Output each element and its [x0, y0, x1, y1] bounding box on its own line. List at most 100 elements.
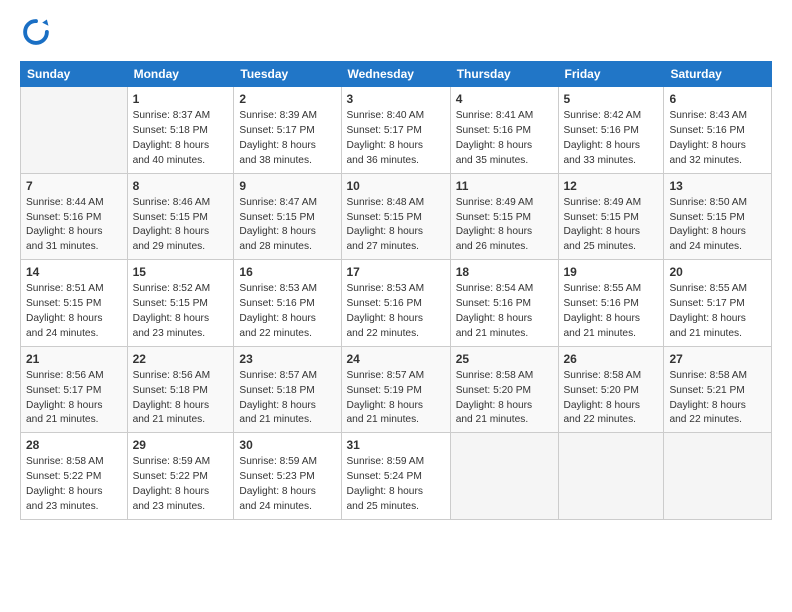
- day-info: Daylight: 8 hours: [347, 399, 445, 414]
- day-info: Sunrise: 8:58 AM: [456, 369, 553, 384]
- day-info: Sunset: 5:23 PM: [239, 470, 335, 485]
- day-info: Sunset: 5:15 PM: [133, 297, 229, 312]
- day-info: and 22 minutes.: [564, 413, 659, 428]
- day-cell: 11Sunrise: 8:49 AMSunset: 5:15 PMDayligh…: [450, 173, 558, 260]
- day-info: and 21 minutes.: [239, 413, 335, 428]
- day-info: Sunrise: 8:56 AM: [26, 369, 122, 384]
- day-info: and 26 minutes.: [456, 240, 553, 255]
- day-info: Daylight: 8 hours: [347, 485, 445, 500]
- day-number: 11: [456, 178, 553, 195]
- day-info: Sunset: 5:17 PM: [347, 124, 445, 139]
- col-header-thursday: Thursday: [450, 62, 558, 87]
- col-header-wednesday: Wednesday: [341, 62, 450, 87]
- day-number: 5: [564, 91, 659, 108]
- day-number: 6: [669, 91, 766, 108]
- day-number: 22: [133, 351, 229, 368]
- day-number: 19: [564, 264, 659, 281]
- week-row-2: 7Sunrise: 8:44 AMSunset: 5:16 PMDaylight…: [21, 173, 772, 260]
- day-info: Daylight: 8 hours: [26, 312, 122, 327]
- day-info: Sunrise: 8:55 AM: [564, 282, 659, 297]
- day-info: Daylight: 8 hours: [564, 225, 659, 240]
- day-cell: 27Sunrise: 8:58 AMSunset: 5:21 PMDayligh…: [664, 346, 772, 433]
- day-info: Daylight: 8 hours: [133, 139, 229, 154]
- day-info: Sunrise: 8:56 AM: [133, 369, 229, 384]
- day-number: 31: [347, 437, 445, 454]
- day-cell: 23Sunrise: 8:57 AMSunset: 5:18 PMDayligh…: [234, 346, 341, 433]
- day-info: and 22 minutes.: [669, 413, 766, 428]
- calendar-table: SundayMondayTuesdayWednesdayThursdayFrid…: [20, 61, 772, 520]
- day-cell: 8Sunrise: 8:46 AMSunset: 5:15 PMDaylight…: [127, 173, 234, 260]
- day-info: Sunrise: 8:58 AM: [669, 369, 766, 384]
- day-cell: 7Sunrise: 8:44 AMSunset: 5:16 PMDaylight…: [21, 173, 128, 260]
- day-info: Daylight: 8 hours: [456, 312, 553, 327]
- day-number: 16: [239, 264, 335, 281]
- page: SundayMondayTuesdayWednesdayThursdayFrid…: [0, 0, 792, 612]
- day-info: Daylight: 8 hours: [26, 485, 122, 500]
- day-info: Daylight: 8 hours: [133, 399, 229, 414]
- day-cell: [21, 87, 128, 174]
- day-info: Daylight: 8 hours: [669, 225, 766, 240]
- day-number: 2: [239, 91, 335, 108]
- day-cell: 6Sunrise: 8:43 AMSunset: 5:16 PMDaylight…: [664, 87, 772, 174]
- day-info: Sunrise: 8:59 AM: [239, 455, 335, 470]
- day-info: and 40 minutes.: [133, 154, 229, 169]
- week-row-1: 1Sunrise: 8:37 AMSunset: 5:18 PMDaylight…: [21, 87, 772, 174]
- day-info: and 38 minutes.: [239, 154, 335, 169]
- day-number: 30: [239, 437, 335, 454]
- day-number: 15: [133, 264, 229, 281]
- day-number: 18: [456, 264, 553, 281]
- day-number: 3: [347, 91, 445, 108]
- week-row-5: 28Sunrise: 8:58 AMSunset: 5:22 PMDayligh…: [21, 433, 772, 520]
- day-number: 28: [26, 437, 122, 454]
- day-info: Sunset: 5:16 PM: [564, 124, 659, 139]
- day-cell: 26Sunrise: 8:58 AMSunset: 5:20 PMDayligh…: [558, 346, 664, 433]
- day-info: Daylight: 8 hours: [239, 485, 335, 500]
- day-info: Daylight: 8 hours: [564, 139, 659, 154]
- col-header-saturday: Saturday: [664, 62, 772, 87]
- day-info: Sunrise: 8:53 AM: [347, 282, 445, 297]
- day-info: Daylight: 8 hours: [564, 399, 659, 414]
- day-info: and 21 minutes.: [564, 327, 659, 342]
- day-info: Sunrise: 8:59 AM: [133, 455, 229, 470]
- day-info: Sunset: 5:20 PM: [456, 384, 553, 399]
- day-number: 27: [669, 351, 766, 368]
- day-number: 29: [133, 437, 229, 454]
- day-info: and 21 minutes.: [456, 413, 553, 428]
- day-info: Daylight: 8 hours: [26, 225, 122, 240]
- day-info: Sunset: 5:16 PM: [456, 124, 553, 139]
- day-info: and 23 minutes.: [133, 500, 229, 515]
- day-info: Sunrise: 8:58 AM: [26, 455, 122, 470]
- day-info: Sunrise: 8:50 AM: [669, 196, 766, 211]
- day-info: Daylight: 8 hours: [669, 312, 766, 327]
- day-cell: 16Sunrise: 8:53 AMSunset: 5:16 PMDayligh…: [234, 260, 341, 347]
- day-info: Sunset: 5:15 PM: [347, 211, 445, 226]
- day-info: Sunrise: 8:57 AM: [239, 369, 335, 384]
- day-cell: 2Sunrise: 8:39 AMSunset: 5:17 PMDaylight…: [234, 87, 341, 174]
- day-info: Daylight: 8 hours: [239, 399, 335, 414]
- day-info: Sunset: 5:22 PM: [133, 470, 229, 485]
- day-cell: 14Sunrise: 8:51 AMSunset: 5:15 PMDayligh…: [21, 260, 128, 347]
- day-info: Sunrise: 8:44 AM: [26, 196, 122, 211]
- day-cell: 25Sunrise: 8:58 AMSunset: 5:20 PMDayligh…: [450, 346, 558, 433]
- day-info: Sunrise: 8:59 AM: [347, 455, 445, 470]
- day-info: Sunset: 5:15 PM: [133, 211, 229, 226]
- logo-icon: [22, 18, 50, 46]
- day-number: 17: [347, 264, 445, 281]
- day-number: 10: [347, 178, 445, 195]
- day-info: Daylight: 8 hours: [133, 485, 229, 500]
- day-info: Daylight: 8 hours: [669, 399, 766, 414]
- col-header-tuesday: Tuesday: [234, 62, 341, 87]
- day-info: Sunrise: 8:46 AM: [133, 196, 229, 211]
- day-info: and 36 minutes.: [347, 154, 445, 169]
- col-header-friday: Friday: [558, 62, 664, 87]
- day-cell: 20Sunrise: 8:55 AMSunset: 5:17 PMDayligh…: [664, 260, 772, 347]
- day-info: Sunrise: 8:58 AM: [564, 369, 659, 384]
- day-cell: 5Sunrise: 8:42 AMSunset: 5:16 PMDaylight…: [558, 87, 664, 174]
- day-info: Sunset: 5:16 PM: [26, 211, 122, 226]
- day-info: and 23 minutes.: [26, 500, 122, 515]
- day-cell: 12Sunrise: 8:49 AMSunset: 5:15 PMDayligh…: [558, 173, 664, 260]
- day-info: Sunset: 5:18 PM: [133, 124, 229, 139]
- day-info: Sunset: 5:18 PM: [133, 384, 229, 399]
- day-info: Sunset: 5:24 PM: [347, 470, 445, 485]
- day-info: Sunset: 5:21 PM: [669, 384, 766, 399]
